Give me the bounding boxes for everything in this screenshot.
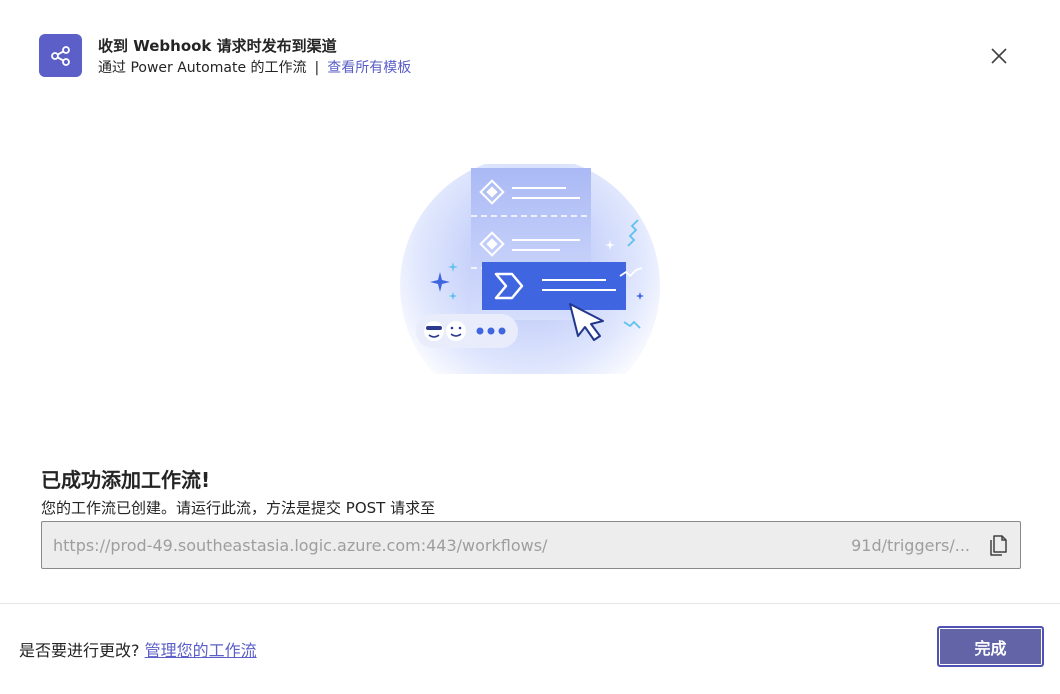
footer-divider xyxy=(0,603,1060,604)
footer-prompt: 是否要进行更改? 管理您的工作流 xyxy=(19,637,257,661)
change-question: 是否要进行更改? xyxy=(19,641,140,660)
manage-workflows-link[interactable]: 管理您的工作流 xyxy=(145,641,257,660)
subtitle-separator: | xyxy=(314,60,320,76)
dialog-subtitle: 通过 Power Automate 的工作流 | 查看所有模板 xyxy=(98,57,411,77)
webhook-url-field[interactable]: https://prod-49.southeastasia.logic.azur… xyxy=(41,521,1021,569)
view-all-templates-link[interactable]: 查看所有模板 xyxy=(327,60,411,76)
workflow-dialog: 收到 Webhook 请求时发布到渠道 通过 Power Automate 的工… xyxy=(0,0,1060,694)
success-description: 您的工作流已创建。请运行此流，方法是提交 POST 请求至 xyxy=(41,499,436,517)
dialog-header: 收到 Webhook 请求时发布到渠道 通过 Power Automate 的工… xyxy=(39,34,1019,78)
url-start: https://prod-49.southeastasia.logic.azur… xyxy=(53,536,548,555)
copy-icon[interactable] xyxy=(987,533,1009,557)
url-end: 91d/triggers/... xyxy=(851,536,970,555)
close-icon[interactable] xyxy=(989,46,1009,66)
workflow-illustration xyxy=(398,156,662,416)
done-button[interactable]: 完成 xyxy=(937,626,1044,667)
share-nodes-icon xyxy=(39,34,82,77)
dialog-title: 收到 Webhook 请求时发布到渠道 xyxy=(98,37,337,55)
success-heading: 已成功添加工作流! xyxy=(41,468,211,492)
subtitle-text: 通过 Power Automate 的工作流 xyxy=(98,60,307,76)
